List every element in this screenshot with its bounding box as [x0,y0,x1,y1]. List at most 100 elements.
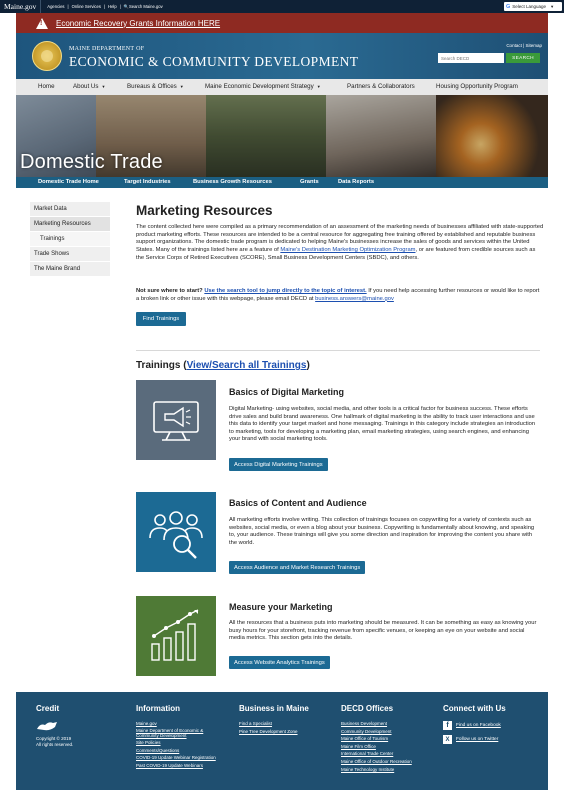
copyright-text: All rights reserved. [36,741,74,747]
nav-item-economic-strategy[interactable]: Maine Economic Development Strategy ▼ [205,83,321,90]
state-seal-icon[interactable] [32,41,62,71]
language-select[interactable]: G Select Language ▼ [504,2,562,11]
card-title: Basics of Digital Marketing [229,387,345,397]
chevron-down-icon: ▼ [101,84,106,89]
nav-item-home[interactable]: Home [38,83,55,90]
trainings-heading-text: ) [306,360,310,371]
footer-link[interactable]: Find a Specialist [239,720,309,728]
google-icon: G [506,3,511,10]
alert-link[interactable]: Economic Recovery Grants Information HER… [56,19,220,28]
contact-sitemap-links[interactable]: Contact | Sitemap [506,43,542,48]
warning-icon: ! [36,17,48,29]
destination-marketing-link[interactable]: Maine's Destination Marketing Optimizati… [280,247,415,253]
footer-link[interactable]: Maine Office of Tourism [341,735,412,743]
card-description: All marketing efforts involve writing. T… [229,517,535,546]
language-select-label: Select Language [512,4,547,9]
help-lead: Not sure where to start? [136,288,203,294]
card-title: Basics of Content and Audience [229,498,367,508]
footer-link[interactable]: Community Development [341,728,412,736]
footer-credit: Credit Copyright © 2019 All rights reser… [36,704,73,747]
footer-offices: DECD Offices Business Development Commun… [341,704,412,773]
nav-label: Maine Economic Development Strategy [205,83,314,90]
measure-marketing-image [136,596,216,676]
sidebar-item-marketing-resources[interactable]: Marketing Resources [30,217,110,232]
footer-link[interactable]: International Trade Center [341,750,412,758]
site-footer: Credit Copyright © 2019 All rights reser… [16,692,548,790]
footer-link[interactable]: COVID-19 Update Webinar Registration [136,754,216,762]
help-link[interactable]: Help [108,4,117,9]
section-nav-target-industries[interactable]: Target Industries [124,179,171,185]
digital-marketing-trainings-button[interactable]: Access Digital Marketing Trainings [229,458,328,471]
nav-label: Housing Opportunity Program [436,83,518,90]
sidebar-item-maine-brand[interactable]: The Maine Brand [30,262,110,277]
footer-link[interactable]: Maine Technology Institute [341,766,412,774]
digital-marketing-image [136,380,216,460]
chevron-down-icon: ▼ [316,84,321,89]
dept-name-small: MAINE DEPARTMENT OF [69,46,145,52]
content-audience-image [136,492,216,572]
twitter-link[interactable]: X Follow us on Twitter [443,734,506,745]
sidebar-item-trainings[interactable]: Trainings [30,232,110,247]
sidebar-item-trade-shows[interactable]: Trade Shows [30,247,110,262]
megaphone-monitor-icon [153,401,199,441]
footer-link[interactable]: Business Development [341,720,412,728]
nav-item-about-us[interactable]: About Us ▼ [73,83,105,90]
sidebar-item-market-data[interactable]: Market Data [30,202,110,217]
footer-link[interactable]: Past COVID-19 Update Webinars [136,762,216,770]
card-title: Measure your Marketing [229,602,333,612]
find-trainings-button[interactable]: Find Trainings [136,312,186,326]
trainings-heading-text: Trainings ( [136,360,187,371]
page-title: Marketing Resources [136,203,273,218]
nav-item-bureaus-offices[interactable]: Bureaus & Offices ▼ [127,83,184,90]
maine-gov-topbar: Maine.gov Agencies | Online Services | H… [0,0,564,13]
separator: | [103,4,106,9]
view-all-trainings-link[interactable]: View/Search all Trainings [187,360,307,371]
footer-heading: Business in Maine [239,704,309,713]
section-nav-data-reports[interactable]: Data Reports [338,179,374,185]
footer-heading: Credit [36,704,60,713]
email-link[interactable]: business.answers@maine.gov [315,296,394,302]
audience-research-trainings-button[interactable]: Access Audience and Market Research Trai… [229,561,366,574]
main-content: Marketing Resources The content collecte… [136,203,544,371]
maine-gov-logo[interactable]: Maine.gov [0,0,42,13]
chevron-down-icon: ▼ [179,84,184,89]
search-button[interactable]: SEARCH [506,53,540,63]
footer-heading: Connect with Us [443,704,506,713]
section-nav-grants[interactable]: Grants [300,179,319,185]
section-nav-domestic-trade-home[interactable]: Domestic Trade Home [38,179,99,185]
twitter-link-label: Follow us on Twitter [456,737,499,742]
footer-information: Information Maine.gov Maine Department o… [136,704,216,769]
facebook-icon: f [443,721,452,730]
nav-label: About Us [73,83,99,90]
audience-search-icon [149,511,203,559]
dept-name[interactable]: ECONOMIC & COMMUNITY DEVELOPMENT [69,54,358,70]
footer-connect: Connect with Us f Find us on Facebook X … [443,704,506,748]
growth-chart-icon [151,609,199,661]
nav-item-partners[interactable]: Partners & Collaborators [347,83,415,90]
copyright-text: Copyright © 2019 [36,736,72,741]
footer-link[interactable]: Maine Film Office [341,743,412,751]
section-nav-business-growth[interactable]: Business Growth Resources [193,179,272,185]
maine-gov-credit-logo[interactable] [36,720,58,732]
separator: | [67,4,69,9]
search-input[interactable] [438,53,504,63]
nav-item-housing[interactable]: Housing Opportunity Program [436,83,518,90]
sidebar: Market Data Marketing Resources Training… [30,202,110,277]
search-maine-gov-link[interactable]: 🔍Search Maine.gov [124,4,163,10]
agencies-link[interactable]: Agencies [47,4,64,9]
footer-link[interactable]: Maine.gov [136,720,216,728]
footer-link[interactable]: Comments/Questions [136,747,216,755]
divider [136,350,540,351]
footer-link[interactable]: Maine Office of Outdoor Recreation [341,758,412,766]
help-paragraph: Not sure where to start? Use the search … [136,288,544,303]
footer-business: Business in Maine Find a Specialist Pine… [239,704,309,735]
website-analytics-trainings-button[interactable]: Access Website Analytics Trainings [229,656,330,669]
search-tool-link[interactable]: Use the search tool to jump directly to … [204,288,366,294]
facebook-link[interactable]: f Find us on Facebook [443,720,506,731]
footer-link[interactable]: Site Policies [136,739,216,747]
footer-link[interactable]: Pine Tree Development Zone [239,728,309,736]
nav-label: Partners & Collaborators [347,83,415,90]
section-nav: Domestic Trade Home Target Industries Bu… [16,177,548,188]
chevron-down-icon: ▼ [550,4,555,9]
online-services-link[interactable]: Online Services [72,4,101,9]
